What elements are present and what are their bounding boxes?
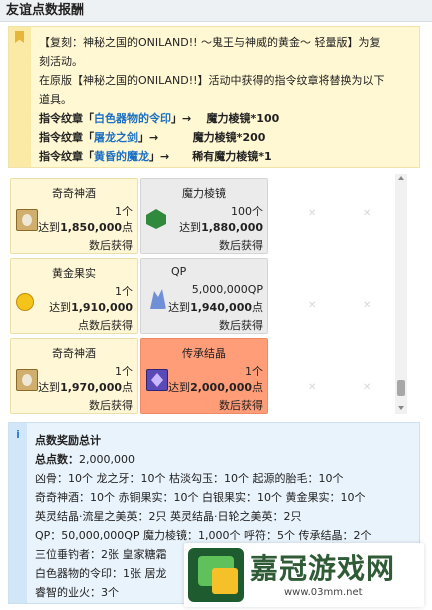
reward-card[interactable]: 奇奇神酒 1个 达到1,970,000点 数后获得 [10, 338, 138, 414]
reward-name: QP [171, 265, 187, 278]
crest-link[interactable]: 黄昏的魔龙 [94, 150, 149, 163]
close-icon: ✕ [308, 208, 317, 219]
crest-prefix: 指令纹章「 [39, 131, 94, 144]
crest-reward: 稀有魔力棱镜*1 [192, 150, 272, 163]
notice-text: 道具。 [39, 93, 72, 106]
crest-suffix: 」→ [149, 150, 170, 163]
crest-prefix: 指令纹章「 [39, 112, 94, 125]
reward-obtain-text: 数后获得 [89, 239, 133, 252]
summary-sidebar [9, 423, 27, 603]
reward-count: 5,000,000QP [191, 283, 263, 296]
crest-link[interactable]: 白色器物的令印 [94, 112, 171, 125]
notice-text: 刻活动。 [39, 55, 83, 68]
scrollbar-thumb[interactable] [397, 380, 405, 396]
reward-threshold: 达到1,970,000点 [38, 381, 133, 394]
notice-text: 在原版【神秘之国的ONILAND!!】活动中获得的指令纹章将替换为以下 [39, 74, 385, 87]
reward-obtain-text: 数后获得 [89, 399, 133, 412]
reward-obtain-text: 数后获得 [219, 319, 263, 332]
crest-reward: 魔力棱镜*100 [206, 112, 280, 125]
reward-threshold: 达到1,850,000点 [38, 221, 133, 234]
summary-line: 英灵结晶·流星之美英：2只 英灵结晶·日轮之美英：2只 [35, 510, 302, 523]
reward-count: 1个 [115, 205, 133, 218]
reward-card[interactable]: 传承结晶 1个 达到2,000,000点 数后获得 [140, 338, 268, 414]
close-icon: ✕ [363, 208, 372, 219]
site-watermark: 嘉冠游戏网 www.03mm.net [184, 543, 424, 607]
watermark-url: www.03mm.net [284, 587, 363, 598]
close-icon: ✕ [363, 300, 372, 311]
reward-name: 奇奇神酒 [52, 347, 96, 360]
golden-fruit-icon [16, 293, 34, 311]
close-icon: ✕ [308, 300, 317, 311]
crest-link[interactable]: 屠龙之剑 [94, 131, 138, 144]
reward-threshold: 达到1,880,000 [179, 221, 263, 234]
crest-suffix: 」→ [138, 131, 159, 144]
summary-total: 总点数：2,000,000 [35, 453, 135, 466]
reward-name: 传承结晶 [182, 347, 226, 360]
reward-card[interactable]: 魔力棱镜 100个 达到1,880,000 数后获得 [140, 178, 268, 254]
replica-notice: 【复刻：神秘之国的ONILAND!! ～鬼王与神威的黄金～ 轻量版】为复 刻活动… [8, 26, 420, 168]
reward-grid-scrollbar[interactable] [395, 174, 407, 414]
reward-count: 100个 [231, 205, 263, 218]
wine-jug-icon [16, 209, 38, 231]
reward-threshold: 达到1,940,000点 [168, 301, 263, 314]
prism-icon [146, 209, 166, 229]
reward-threshold: 达到2,000,000点 [168, 381, 263, 394]
summary-heading: 点数奖励总计 [35, 434, 101, 447]
reward-name: 魔力棱镜 [182, 187, 226, 200]
close-icon: ✕ [363, 382, 372, 393]
reward-threshold: 达到1,910,000 [49, 301, 133, 314]
summary-line: 凶骨：10个 龙之牙：10个 枯淡勾玉：10个 起源的胎毛：10个 [35, 472, 344, 485]
summary-line: 奇奇神酒：10个 赤铜果实：10个 白银果实：10个 黄金果实：10个 [35, 491, 366, 504]
reward-count: 1个 [115, 365, 133, 378]
reward-card[interactable]: QP 5,000,000QP 达到1,940,000点 数后获得 [140, 258, 268, 334]
watermark-title: 嘉冠游戏网 [250, 552, 396, 585]
page-title: 友谊点数报酬 [0, 0, 432, 22]
notice-text: 【复刻：神秘之国的ONILAND!! ～鬼王与神威的黄金～ 轻量版】为复 [39, 36, 381, 49]
reward-name: 奇奇神酒 [52, 187, 96, 200]
scroll-up-icon[interactable] [398, 176, 404, 180]
close-icon: ✕ [308, 382, 317, 393]
qp-crystal-icon [150, 289, 166, 309]
reward-name: 黄金果实 [52, 267, 96, 280]
reward-obtain-text: 数后获得 [219, 239, 263, 252]
reward-count: 1个 [115, 285, 133, 298]
crest-reward: 魔力棱镜*200 [192, 131, 266, 144]
scroll-down-icon[interactable] [398, 406, 404, 410]
reward-card[interactable]: 黄金果实 1个 达到1,910,000 点数后获得 [10, 258, 138, 334]
reward-count: 1个 [245, 365, 263, 378]
site-logo-icon [188, 548, 244, 602]
reward-card[interactable]: 奇奇神酒 1个 达到1,850,000点 数后获得 [10, 178, 138, 254]
notice-replacement-row: 指令纹章「黄昏的魔龙」→ 稀有魔力棱镜*1 [39, 147, 411, 166]
reward-obtain-text: 数后获得 [219, 399, 263, 412]
notice-sidebar [9, 27, 31, 167]
notice-replacement-row: 指令纹章「屠龙之剑」→ 魔力棱镜*200 [39, 128, 411, 147]
wine-jug-icon [16, 369, 38, 391]
reward-grid: ✕ ✕ ✕ ✕ ✕ ✕ 奇奇神酒 1个 达到1,850,000点 数后获得 魔力… [8, 174, 410, 414]
crystal-icon [146, 369, 168, 391]
reward-obtain-text: 点数后获得 [78, 319, 133, 332]
crest-suffix: 」→ [171, 112, 192, 125]
notice-replacement-row: 指令纹章「白色器物的令印」→ 魔力棱镜*100 [39, 109, 411, 128]
crest-prefix: 指令纹章「 [39, 150, 94, 163]
info-icon: i [16, 428, 20, 441]
